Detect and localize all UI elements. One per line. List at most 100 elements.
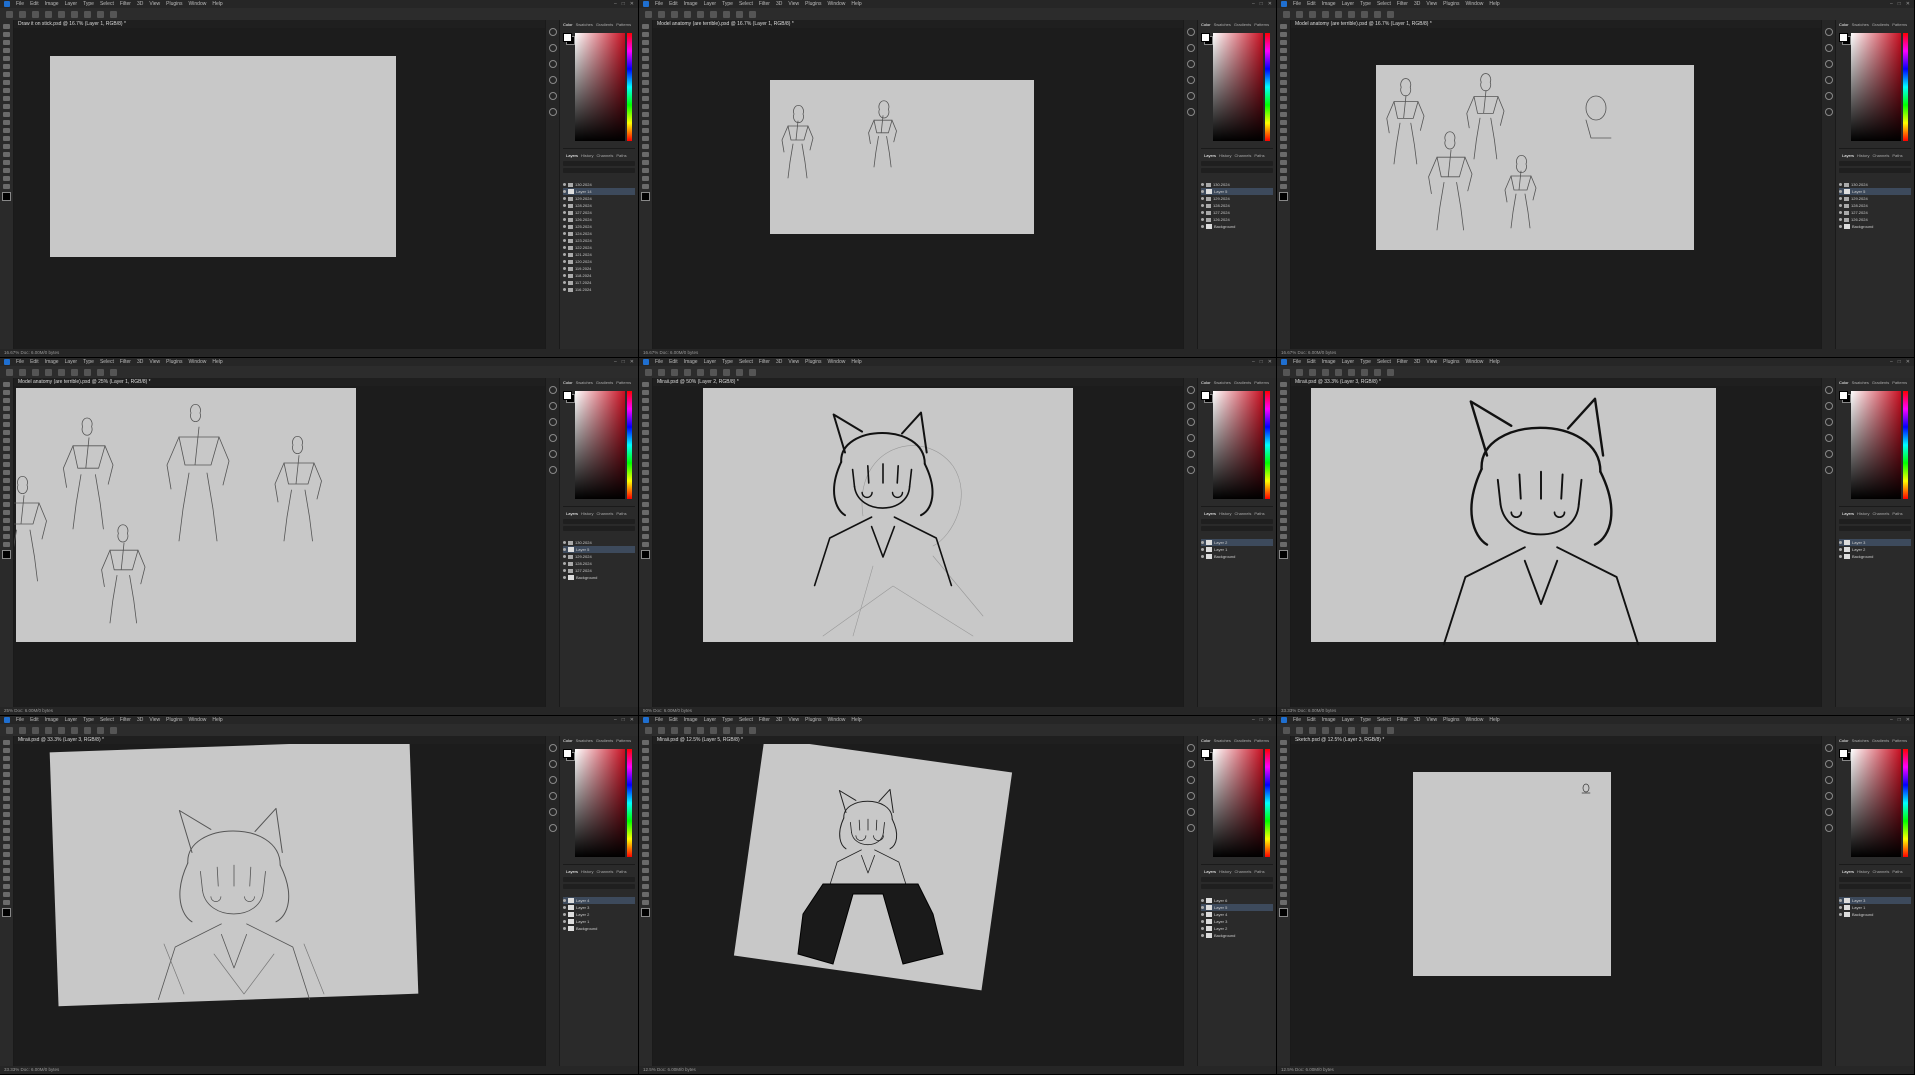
menu-filter[interactable]: Filter bbox=[120, 359, 131, 365]
eyedropper-tool-icon[interactable] bbox=[3, 72, 10, 77]
visibility-eye-icon[interactable] bbox=[563, 267, 566, 270]
layer-row[interactable]: Background bbox=[1201, 223, 1273, 230]
brush-tool-icon[interactable] bbox=[658, 10, 665, 18]
tab-gradients[interactable]: Gradients bbox=[1234, 380, 1251, 386]
move-tool-icon[interactable] bbox=[1280, 382, 1287, 387]
tab-swatches[interactable]: Swatches bbox=[1852, 738, 1869, 744]
canvas-document[interactable] bbox=[50, 56, 396, 257]
menu-file[interactable]: File bbox=[655, 717, 663, 723]
visibility-eye-icon[interactable] bbox=[1201, 927, 1204, 930]
brush-tool-icon[interactable] bbox=[3, 804, 10, 809]
menu-edit[interactable]: Edit bbox=[30, 1, 39, 7]
blur-tool-icon[interactable] bbox=[1280, 486, 1287, 491]
stamp-tool-icon[interactable] bbox=[3, 454, 10, 459]
tab-paths[interactable]: Paths bbox=[616, 511, 626, 517]
blend-mode-opacity[interactable] bbox=[1201, 526, 1273, 531]
eraser-tool-icon[interactable] bbox=[642, 828, 649, 833]
visibility-eye-icon[interactable] bbox=[563, 569, 566, 572]
pressure-icon[interactable] bbox=[736, 368, 743, 376]
select-tool-icon[interactable] bbox=[3, 764, 10, 769]
close-icon[interactable]: ✕ bbox=[1268, 359, 1272, 365]
opacity-control-icon[interactable] bbox=[697, 10, 704, 18]
crop-tool-icon[interactable] bbox=[1280, 772, 1287, 777]
info-icon[interactable] bbox=[1825, 44, 1833, 52]
history-brush-tool-icon[interactable] bbox=[642, 820, 649, 825]
history-brush-tool-icon[interactable] bbox=[642, 462, 649, 467]
menu-help[interactable]: Help bbox=[1489, 1, 1499, 7]
layer-row[interactable]: 119.2024 bbox=[563, 265, 635, 272]
canvas-workspace[interactable] bbox=[1291, 744, 1822, 1066]
menu-file[interactable]: File bbox=[16, 359, 24, 365]
menu-filter[interactable]: Filter bbox=[1397, 1, 1408, 7]
brush-preset-icon[interactable] bbox=[32, 726, 39, 734]
lasso-tool-icon[interactable] bbox=[642, 756, 649, 761]
shape-tool-icon[interactable] bbox=[1280, 884, 1287, 889]
visibility-eye-icon[interactable] bbox=[563, 274, 566, 277]
blur-tool-icon[interactable] bbox=[3, 128, 10, 133]
dodge-tool-icon[interactable] bbox=[3, 852, 10, 857]
frame-tool-icon[interactable] bbox=[3, 780, 10, 785]
menu-layer[interactable]: Layer bbox=[704, 717, 717, 723]
pen-tool-icon[interactable] bbox=[3, 860, 10, 865]
crop-tool-icon[interactable] bbox=[1280, 56, 1287, 61]
tab-layers[interactable]: Layers bbox=[1842, 511, 1854, 517]
layer-row[interactable]: Background bbox=[1839, 911, 1911, 918]
tab-layers[interactable]: Layers bbox=[566, 153, 578, 159]
layer-row[interactable]: Layer 4 bbox=[1201, 911, 1273, 918]
maximize-icon[interactable]: □ bbox=[622, 1, 625, 7]
layer-row[interactable]: Layer 5 bbox=[1201, 188, 1273, 195]
eyedropper-tool-icon[interactable] bbox=[1280, 430, 1287, 435]
layer-row[interactable]: Background bbox=[1201, 553, 1273, 560]
foreground-background-swatch[interactable] bbox=[1839, 391, 1851, 403]
brush-tool-icon[interactable] bbox=[1296, 368, 1303, 376]
layer-row[interactable]: Background bbox=[563, 925, 635, 932]
minimize-icon[interactable]: – bbox=[1890, 717, 1893, 723]
menu-3d[interactable]: 3D bbox=[776, 359, 782, 365]
menu-layer[interactable]: Layer bbox=[65, 359, 78, 365]
layer-row[interactable]: Layer 6 bbox=[1201, 897, 1273, 904]
pen-tool-icon[interactable] bbox=[1280, 144, 1287, 149]
select-tool-icon[interactable] bbox=[3, 48, 10, 53]
menu-image[interactable]: Image bbox=[684, 717, 698, 723]
menu-help[interactable]: Help bbox=[212, 359, 222, 365]
layer-row[interactable]: 128.2024 bbox=[563, 560, 635, 567]
brush-preset-icon[interactable] bbox=[671, 10, 678, 18]
properties-icon[interactable] bbox=[549, 60, 557, 68]
layer-row[interactable]: 129.2024 bbox=[1839, 195, 1911, 202]
eraser-tool-icon[interactable] bbox=[642, 112, 649, 117]
maximize-icon[interactable]: □ bbox=[1898, 359, 1901, 365]
hand-tool-icon[interactable] bbox=[3, 176, 10, 181]
visibility-eye-icon[interactable] bbox=[1201, 555, 1204, 558]
maximize-icon[interactable]: □ bbox=[1898, 717, 1901, 723]
type-tool-icon[interactable] bbox=[1280, 152, 1287, 157]
menu-type[interactable]: Type bbox=[722, 1, 733, 7]
canvas-document[interactable] bbox=[733, 744, 1013, 991]
menu-file[interactable]: File bbox=[16, 1, 24, 7]
brushes-icon[interactable] bbox=[1825, 450, 1833, 458]
menu-type[interactable]: Type bbox=[1360, 1, 1371, 7]
home-icon[interactable] bbox=[6, 726, 13, 734]
home-icon[interactable] bbox=[645, 368, 652, 376]
clone-source-icon[interactable] bbox=[1187, 466, 1195, 474]
tab-channels[interactable]: Channels bbox=[1234, 511, 1251, 517]
type-tool-icon[interactable] bbox=[642, 152, 649, 157]
menu-view[interactable]: View bbox=[149, 1, 160, 7]
properties-icon[interactable] bbox=[1825, 418, 1833, 426]
document-tab[interactable]: Sketch.psd @ 12.5% (Layer 3, RGB/8) * bbox=[1291, 736, 1822, 744]
visibility-eye-icon[interactable] bbox=[1839, 541, 1842, 544]
tab-paths[interactable]: Paths bbox=[616, 869, 626, 875]
adjustments-icon[interactable] bbox=[1825, 76, 1833, 84]
flow-control-icon[interactable] bbox=[1348, 10, 1355, 18]
tab-history[interactable]: History bbox=[1219, 869, 1231, 875]
foreground-color-swatch[interactable] bbox=[2, 908, 11, 917]
maximize-icon[interactable]: □ bbox=[622, 717, 625, 723]
history-icon[interactable] bbox=[549, 28, 557, 36]
visibility-eye-icon[interactable] bbox=[563, 562, 566, 565]
layer-row[interactable]: 126.2024 bbox=[563, 216, 635, 223]
pen-tool-icon[interactable] bbox=[1280, 860, 1287, 865]
dodge-tool-icon[interactable] bbox=[642, 136, 649, 141]
menu-select[interactable]: Select bbox=[1377, 359, 1391, 365]
select-tool-icon[interactable] bbox=[3, 406, 10, 411]
visibility-eye-icon[interactable] bbox=[1201, 899, 1204, 902]
tab-layers[interactable]: Layers bbox=[1842, 153, 1854, 159]
